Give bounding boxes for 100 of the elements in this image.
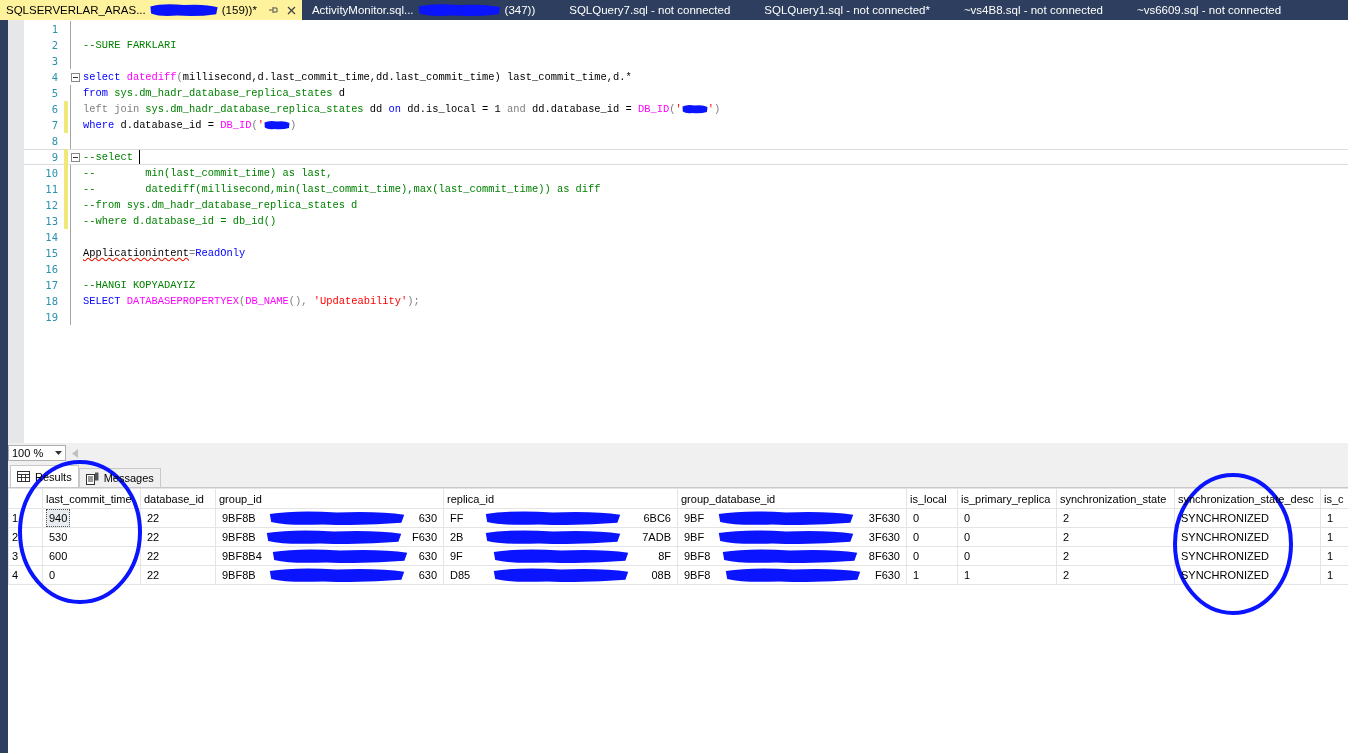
code-line: where d.database_id = DB_ID(' ) — [83, 119, 297, 131]
code-line: -- min(last_commit_time) as last, — [83, 167, 333, 179]
table-cell-text: 8F — [657, 549, 672, 564]
table-cell-text: 22 — [146, 549, 161, 564]
table-cell-text: 3F630 — [867, 511, 901, 526]
table-cell-text: F630 — [873, 568, 901, 583]
line-number: 11 — [44, 183, 58, 195]
column-header[interactable]: synchronization_state — [1056, 488, 1175, 509]
table-cell-text: 0 — [963, 549, 972, 564]
line-number: 18 — [44, 295, 58, 307]
table-cell-text: 9BF8B — [221, 530, 257, 545]
table-cell-text: SYNCHRONIZED — [1180, 511, 1270, 526]
table-cell-text: 9BF8B — [221, 568, 257, 583]
redaction-mark — [681, 104, 708, 114]
table-cell-text: 22 — [146, 511, 161, 526]
document-icon — [85, 471, 99, 485]
table-cell-text: 0 — [48, 568, 57, 583]
table-cell-text: SYNCHRONIZED — [1180, 530, 1270, 545]
table-cell-text: 2 — [1062, 530, 1071, 545]
table-cell-text: 9BF8 — [683, 568, 712, 583]
table-cell-text: 0 — [912, 549, 921, 564]
table-cell-text: 1 — [1326, 568, 1335, 583]
line-number: 12 — [44, 199, 58, 211]
document-tab[interactable]: SQLQuery1.sql - not connected* — [758, 0, 936, 20]
code-line: Applicationintent=ReadOnly — [83, 247, 246, 259]
redaction-mark — [148, 3, 219, 17]
column-header[interactable]: replica_id — [443, 488, 678, 509]
table-cell-text: 8F630 — [867, 549, 901, 564]
table-cell-text: 08B — [650, 568, 672, 583]
document-tab[interactable]: SQLSERVERLAR_ARAS... (159))* — [0, 0, 302, 20]
line-number: 2 — [50, 39, 58, 51]
document-tab[interactable]: ~vs4B8.sql - not connected — [957, 0, 1109, 20]
table-cell-text: 1 — [1326, 549, 1335, 564]
table-cell-text: 22 — [146, 530, 161, 545]
column-header[interactable]: database_id — [140, 488, 216, 509]
column-header[interactable]: is_primary_replica — [957, 488, 1057, 509]
line-number: 16 — [44, 263, 58, 275]
line-number: 6 — [50, 103, 58, 115]
code-line: -- datediff(millisecond,min(last_commit_time),max(last_commit_time)) as diff — [83, 183, 601, 195]
line-number: 4 — [50, 71, 58, 83]
table-cell-text: 1 — [1326, 511, 1335, 526]
row-number: 3 — [8, 546, 43, 566]
document-tab[interactable]: SQLQuery7.sql - not connected — [563, 0, 737, 20]
table-cell-text: 530 — [48, 530, 69, 545]
line-number: 13 — [44, 215, 58, 227]
column-header[interactable]: group_database_id — [677, 488, 907, 509]
row-number: 4 — [8, 565, 43, 585]
line-number: 17 — [44, 279, 58, 291]
column-header[interactable]: is_local — [906, 488, 958, 509]
table-cell-text: 0 — [963, 530, 972, 545]
code-line: --select — [83, 150, 140, 164]
table-cell-text: 9BF8 — [683, 549, 712, 564]
document-tab[interactable]: ActivityMonitor.sql... (347)) — [305, 0, 542, 20]
line-number: 9 — [50, 151, 58, 163]
table-cell-text: 1 — [963, 568, 972, 583]
code-line: SELECT DATABASEPROPERTYEX(DB_NAME(), 'Updateability'); — [83, 295, 420, 307]
table-cell-text: 2 — [1062, 549, 1071, 564]
table-cell-text: 9BF — [683, 530, 706, 545]
table-cell-text: 2 — [1062, 568, 1071, 583]
code-line: --HANGI KOPYADAYIZ — [83, 279, 196, 291]
zoom-dropdown[interactable]: 100 % — [8, 445, 66, 461]
code-line: --SURE FARKLARI — [83, 39, 177, 51]
table-cell-text: 9F — [449, 549, 464, 564]
line-number: 19 — [44, 311, 58, 323]
line-number: 15 — [44, 247, 58, 259]
line-number: 1 — [50, 23, 58, 35]
table-cell-text: 630 — [417, 568, 438, 583]
line-number: 8 — [50, 135, 58, 147]
close-icon[interactable] — [286, 5, 296, 15]
text-caret — [138, 150, 140, 164]
column-header[interactable]: last_commit_time — [42, 488, 141, 509]
table-cell-text: 600 — [48, 549, 69, 564]
table-cell-text: SYNCHRONIZED — [1180, 549, 1270, 564]
redaction-mark — [263, 120, 290, 130]
column-header[interactable]: group_id — [215, 488, 444, 509]
table-cell-text: 630 — [417, 511, 438, 526]
row-number: 2 — [8, 527, 43, 547]
row-number: 1 — [8, 508, 43, 528]
table-cell-text: 9BF8B — [221, 511, 257, 526]
collapse-icon[interactable] — [71, 152, 80, 162]
line-number: 7 — [50, 119, 58, 131]
code-line: from sys.dm_hadr_database_replica_states d — [83, 87, 345, 99]
code-line: --where d.database_id = db_id() — [83, 215, 277, 227]
table-cell-text: 0 — [963, 511, 972, 526]
code-line: left join sys.dm_hadr_database_replica_states dd on dd.is_local = 1 and dd.database_id = DB_ID(' ') — [83, 103, 721, 115]
table-cell-text: F630 — [410, 530, 438, 545]
document-tab[interactable]: ~vs6609.sql - not connected — [1130, 0, 1288, 20]
line-number: 14 — [44, 231, 58, 243]
table-cell-text: FF — [449, 511, 465, 526]
table-cell-text: 6BC6 — [642, 511, 672, 526]
table-cell-text: 630 — [417, 549, 438, 564]
table-cell-text: 7ADB — [641, 530, 672, 545]
collapse-icon[interactable] — [71, 72, 80, 82]
caret-icon — [55, 451, 62, 455]
code-line: --from sys.dm_hadr_database_replica_states d — [83, 199, 358, 211]
pin-icon[interactable] — [267, 5, 278, 15]
table-cell-text: 1 — [912, 568, 921, 583]
table-cell-text: 2B — [449, 530, 465, 545]
column-header[interactable]: is_c — [1320, 488, 1348, 509]
line-number: 5 — [50, 87, 58, 99]
